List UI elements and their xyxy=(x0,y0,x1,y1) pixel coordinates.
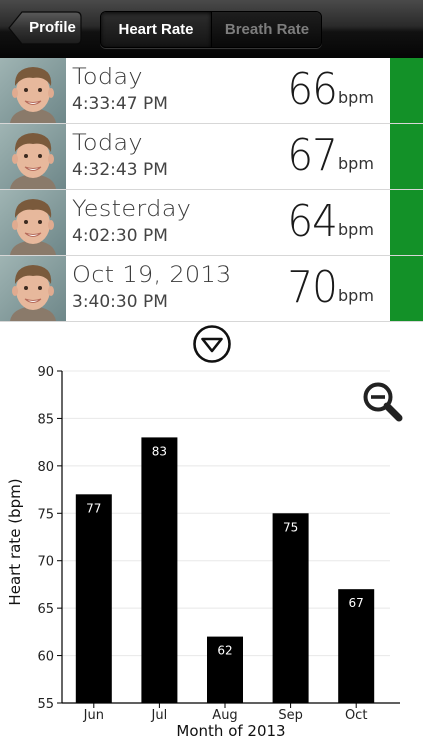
tab-heart-rate[interactable]: Heart Rate xyxy=(101,12,211,47)
bar xyxy=(141,437,178,703)
reading-day: Today xyxy=(72,130,143,156)
reading-time: 4:32:43 PM xyxy=(72,160,168,180)
reading-unit: bpm xyxy=(338,286,374,305)
heart-rate-chart: 55 60 65 70 75 80 85 90 77 Jun 83 Jul 62 Aug 75 Sep 67 Oc… xyxy=(0,360,423,750)
reading-unit: bpm xyxy=(338,88,374,107)
x-tick-label: Aug xyxy=(212,708,237,723)
avatar xyxy=(0,58,66,123)
avatar xyxy=(0,256,66,321)
bar-chart: 55 60 65 70 75 80 85 90 77 Jun 83 Jul 62 Aug 75 Sep 67 Oc… xyxy=(6,365,400,740)
y-tick-label: 65 xyxy=(37,602,54,617)
reading-day: Oct 19, 2013 xyxy=(72,262,232,288)
reading-time: 4:02:30 PM xyxy=(72,226,168,246)
y-tick-label: 60 xyxy=(37,650,54,665)
reading-time: 4:33:47 PM xyxy=(72,94,168,114)
reading-value: 64 xyxy=(287,196,338,247)
x-tick-label: Oct xyxy=(345,708,367,723)
status-indicator xyxy=(390,124,423,189)
y-tick-label: 90 xyxy=(37,365,54,380)
list-item[interactable]: Today 4:32:43 PM 67 bpm xyxy=(0,124,423,190)
reading-day: Today xyxy=(72,64,143,90)
reading-value: 67 xyxy=(287,130,338,181)
reading-value: 66 xyxy=(287,64,338,115)
profile-back-label: Profile xyxy=(29,19,76,36)
avatar xyxy=(0,190,66,255)
avatar xyxy=(0,124,66,189)
y-tick-label: 85 xyxy=(37,412,54,427)
status-indicator xyxy=(390,58,423,123)
x-axis-title: Month of 2013 xyxy=(176,722,285,740)
y-axis-title: Heart rate (bpm) xyxy=(6,478,24,605)
nav-bar: Profile Heart Rate Breath Rate xyxy=(0,0,423,59)
status-indicator xyxy=(390,190,423,255)
x-tick-label: Jun xyxy=(83,708,104,723)
x-tick-label: Sep xyxy=(278,708,303,723)
reading-unit: bpm xyxy=(338,220,374,239)
tab-breath-rate[interactable]: Breath Rate xyxy=(211,12,321,47)
reading-unit: bpm xyxy=(338,154,374,173)
bar-data-label: 77 xyxy=(86,501,101,515)
list-item[interactable]: Oct 19, 2013 3:40:30 PM 70 bpm xyxy=(0,256,423,322)
reading-day: Yesterday xyxy=(72,196,192,222)
reading-time: 3:40:30 PM xyxy=(72,292,168,312)
y-tick-label: 75 xyxy=(37,507,54,522)
bar xyxy=(272,513,309,703)
bar-data-label: 67 xyxy=(349,596,364,610)
status-indicator xyxy=(390,256,423,321)
rate-type-segmented-control: Heart Rate Breath Rate xyxy=(100,11,322,48)
x-tick-label: Jul xyxy=(151,708,168,723)
zoom-out-icon[interactable] xyxy=(361,380,407,428)
list-item[interactable]: Yesterday 4:02:30 PM 64 bpm xyxy=(0,190,423,256)
profile-back-button[interactable]: Profile xyxy=(8,11,82,45)
y-tick-label: 70 xyxy=(37,555,54,570)
list-item[interactable]: Today 4:33:47 PM 66 bpm xyxy=(0,58,423,124)
y-tick-label: 55 xyxy=(37,697,54,712)
bar-data-label: 75 xyxy=(283,520,298,534)
bar-data-label: 83 xyxy=(152,444,167,458)
bar xyxy=(75,494,112,703)
reading-value: 70 xyxy=(287,262,338,313)
y-tick-label: 80 xyxy=(37,460,54,475)
bar-data-label: 62 xyxy=(217,644,232,658)
